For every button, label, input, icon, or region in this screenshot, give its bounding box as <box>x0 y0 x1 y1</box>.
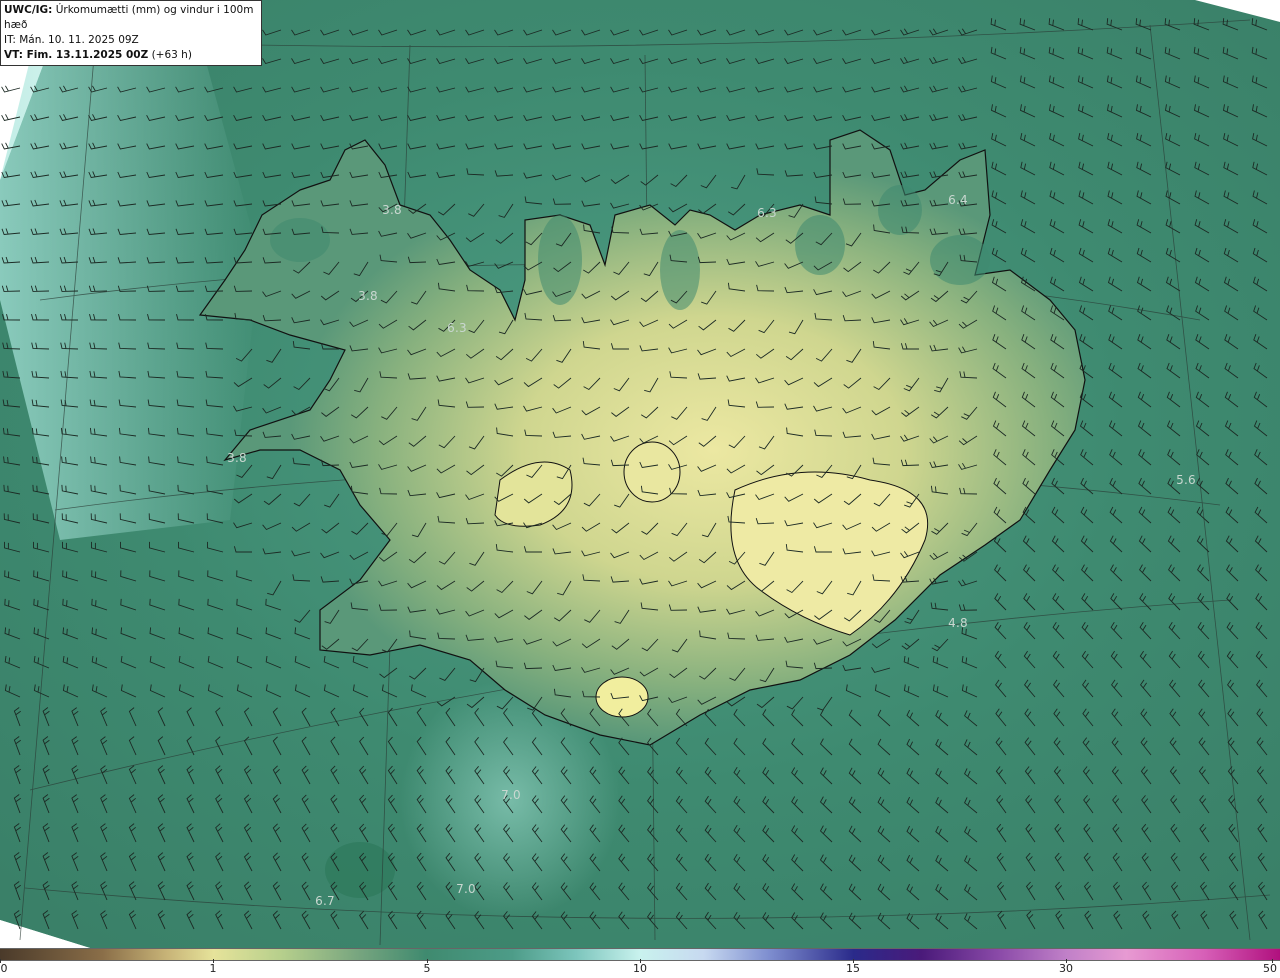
colorbar-tick-label: 5 <box>423 962 431 975</box>
value-label-southwest-offshore: 6.7 <box>315 894 335 908</box>
value-label-east-offshore: 5.6 <box>1176 473 1196 487</box>
value-label-south-offshore-2: 7.0 <box>456 882 476 896</box>
value-label-north-coast: 6.3 <box>757 206 777 220</box>
value-label-southeast-offshore: 4.8 <box>948 616 968 630</box>
value-label-snaefellsnes: 3.8 <box>227 451 247 465</box>
valid-time-line: VT: Fim. 13.11.2025 00Z (+63 h) <box>4 49 192 61</box>
colorbar-tick-label: 0 <box>0 962 8 975</box>
map-area: UWC/IG: Úrkomumætti (mm) og vindur i 100… <box>0 0 1280 948</box>
colorbar-tick-label: 50 <box>1263 962 1277 975</box>
value-label-westfjords-north: 3.8 <box>382 203 402 217</box>
value-label-south-offshore-1: 7.0 <box>501 788 521 802</box>
colorbar-tick-label: 15 <box>846 962 860 975</box>
value-label-westfjords-east: 6.3 <box>447 321 467 335</box>
issue-time: IT: Mán. 10. 11. 2025 09Z <box>4 34 139 46</box>
precipitable-water-map <box>0 0 1280 948</box>
title-line: UWC/IG: Úrkomumætti (mm) og vindur i 100… <box>4 4 254 31</box>
colorbar-tick-label: 30 <box>1059 962 1073 975</box>
value-label-northeast: 6.4 <box>948 193 968 207</box>
map-header: UWC/IG: Úrkomumætti (mm) og vindur i 100… <box>0 0 262 66</box>
colorbar-tick-label: 1 <box>209 962 217 975</box>
value-label-westfjords-central: 3.8 <box>358 289 378 303</box>
colorbar: 0 1 5 10 15 30 50 <box>0 948 1280 978</box>
colorbar-tick-label: 10 <box>633 962 647 975</box>
